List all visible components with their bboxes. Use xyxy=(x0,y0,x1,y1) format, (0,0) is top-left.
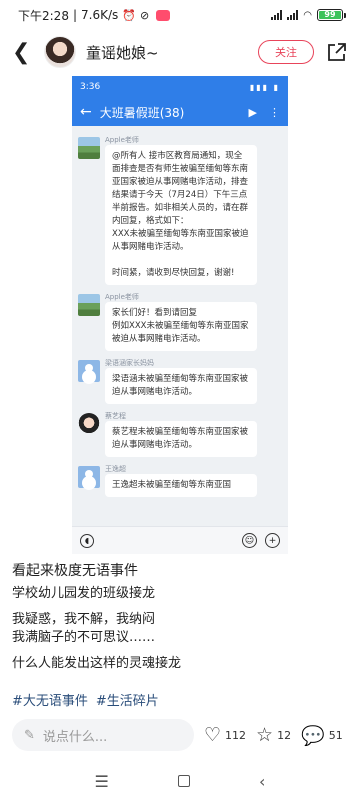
action-bar: ✎ 说点什么... ♡ 112 ☆ 12 💬 51 xyxy=(0,716,360,754)
image-input-bar: ◖ ☺ + xyxy=(72,526,288,554)
tag-link[interactable]: #大无语事件 xyxy=(12,690,88,709)
chevron-left-icon[interactable]: ❮ xyxy=(12,40,36,65)
post-header: ❮ 童谣她娘~ 关注 xyxy=(0,30,360,74)
status-bar: 下午2:28 | 7.6K/s ⏰ ⊘ ◠ 99 xyxy=(0,0,360,30)
comment-button[interactable]: 💬 51 xyxy=(301,724,343,747)
image-plus-icon: + xyxy=(265,533,280,548)
image-back-icon: ← xyxy=(80,104,92,120)
post-image[interactable]: 3:36 ▮▮▮ ▮ ← 大班暑假班(38) ▶ ⋮ Apple老师 @所有人 接… xyxy=(72,76,288,554)
image-video-icon: ▶ xyxy=(248,105,257,119)
image-status-time: 3:36 xyxy=(80,82,101,92)
image-group-title: 大班暑假班(38) xyxy=(99,105,185,120)
pen-icon: ✎ xyxy=(24,727,35,743)
sender-name: Apple老师 xyxy=(105,136,139,144)
sender-name: Apple老师 xyxy=(105,293,139,301)
sender-name: 梁语涵家长妈妈 xyxy=(105,359,154,367)
sender-name: 王逸超 xyxy=(105,465,126,473)
avatar xyxy=(78,413,100,435)
post-tags: #大无语事件 #生活碎片 xyxy=(12,690,159,709)
post-title: 看起来极度无语事件 xyxy=(12,563,138,579)
alarm-icon: ⏰ xyxy=(122,8,136,22)
image-status-icons: ▮▮▮ ▮ xyxy=(249,82,280,92)
like-button[interactable]: ♡ 112 xyxy=(204,724,246,746)
sync-icon: ⊘ xyxy=(139,8,150,22)
sender-name: 蔡艺程 xyxy=(105,412,126,420)
author-avatar[interactable] xyxy=(44,36,76,68)
comment-placeholder: 说点什么... xyxy=(42,729,108,745)
list-item: 梁语涵家长妈妈 梁语涵未被骗至缅甸等东南亚国家被迫从事网赌电诈活动。 xyxy=(78,358,282,404)
tag-link[interactable]: #生活碎片 xyxy=(96,690,159,709)
message-bubble: 王逸超未被骗至缅甸等东南亚国 xyxy=(105,474,257,497)
list-item: 蔡艺程 蔡艺程未被骗至缅甸等东南亚国家被迫从事网赌电诈活动。 xyxy=(78,411,282,457)
message-bubble: 蔡艺程未被骗至缅甸等东南亚国家被迫从事网赌电诈活动。 xyxy=(105,421,257,457)
star-icon: ☆ xyxy=(256,724,274,746)
battery-level: 99 xyxy=(319,11,341,19)
home-icon[interactable] xyxy=(177,775,190,787)
post-line: 什么人能发出这样的灵魂接龙 xyxy=(12,656,182,671)
heart-icon: ♡ xyxy=(204,724,222,746)
comment-icon: 💬 xyxy=(301,724,325,747)
post-line: 学校幼儿园发的班级接龙 xyxy=(12,586,156,601)
message-bubble: 梁语涵未被骗至缅甸等东南亚国家被迫从事网赌电诈活动。 xyxy=(105,368,257,404)
list-item: 王逸超 王逸超未被骗至缅甸等东南亚国 xyxy=(78,464,282,497)
image-status-bar: 3:36 ▮▮▮ ▮ xyxy=(72,76,288,98)
share-icon[interactable] xyxy=(326,41,348,63)
comment-count: 51 xyxy=(328,728,343,742)
list-item: Apple老师 @所有人 接市区教育局通知，现全面排查是否有师生被骗至缅甸等东南… xyxy=(78,135,282,285)
like-count: 112 xyxy=(225,728,247,742)
status-time: 下午2:28 xyxy=(18,8,69,23)
post-content: 看起来极度无语事件 学校幼儿园发的班级接龙 我疑惑，我不解，我纳闷 我满脑子的不… xyxy=(12,562,348,673)
signal-icon-2 xyxy=(287,10,299,20)
image-message-list: Apple老师 @所有人 接市区教育局通知，现全面排查是否有师生被骗至缅甸等东南… xyxy=(72,126,288,497)
avatar xyxy=(78,294,100,316)
avatar xyxy=(78,137,100,159)
menu-icon[interactable]: ☰ xyxy=(95,772,109,791)
comment-input[interactable]: ✎ 说点什么... xyxy=(12,719,194,751)
author-name[interactable]: 童谣她娘~ xyxy=(86,42,159,63)
favorite-button[interactable]: ☆ 12 xyxy=(256,724,291,746)
list-item: Apple老师 家长们好！看到请回复 例如XXX未被骗至缅甸等东南亚国家被迫从事… xyxy=(78,292,282,351)
image-chat-header: ← 大班暑假班(38) ▶ ⋮ xyxy=(72,98,288,126)
signal-icon xyxy=(271,10,283,20)
follow-button[interactable]: 关注 xyxy=(258,40,314,64)
battery-icon: 99 xyxy=(317,9,346,21)
image-emoji-icon: ☺ xyxy=(242,533,257,548)
wifi-icon: ◠ xyxy=(303,9,312,21)
network-speed: 7.6K/s xyxy=(81,8,119,22)
star-count: 12 xyxy=(277,728,292,742)
avatar xyxy=(78,466,100,488)
image-voice-icon: ◖ xyxy=(80,533,94,548)
post-line: 我疑惑，我不解，我纳闷 xyxy=(12,612,156,627)
message-bubble: 家长们好！看到请回复 例如XXX未被骗至缅甸等东南亚国家被迫从事网赌电诈活动。 xyxy=(105,302,257,351)
back-icon[interactable]: ‹ xyxy=(259,772,265,791)
avatar xyxy=(78,360,100,382)
system-nav-bar: ☰ ‹ xyxy=(0,762,360,800)
post-line: 我满脑子的不可思议…… xyxy=(12,630,156,645)
message-bubble: @所有人 接市区教育局通知，现全面排查是否有师生被骗至缅甸等东南亚国家被迫从事网… xyxy=(105,145,257,285)
app-notification-icon xyxy=(156,9,171,21)
image-more-icon: ⋮ xyxy=(269,105,280,119)
